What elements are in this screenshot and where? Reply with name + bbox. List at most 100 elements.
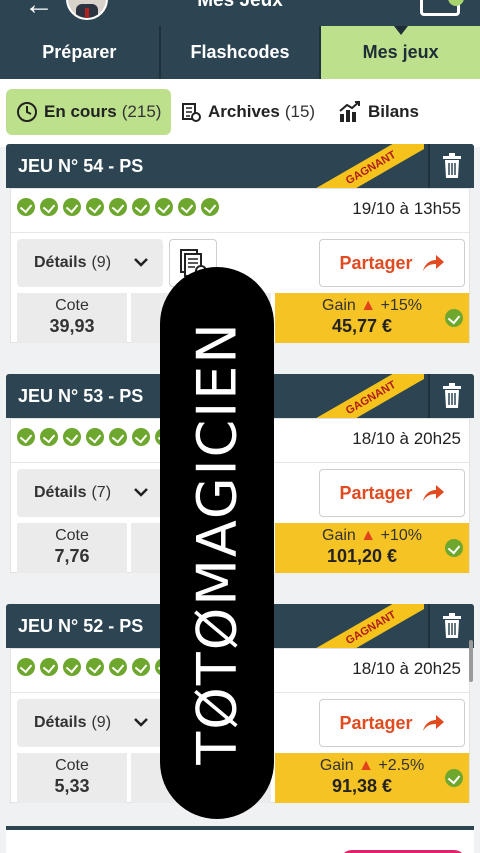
gain-box: Gain ▲ +2.5% 91,38 €	[275, 753, 469, 803]
details-count: (7)	[91, 484, 112, 501]
subtab-en-cours[interactable]: En cours (215)	[6, 89, 172, 135]
sub-tabs: En cours (215) Archives (15) Bilans	[0, 79, 480, 147]
gain-percent: +15%	[380, 297, 422, 314]
share-button[interactable]: Partager	[319, 239, 465, 287]
app-bar: ← Mes Jeux	[0, 0, 480, 26]
check-dot-icon	[17, 658, 35, 676]
winner-ribbon: GAGNANT	[296, 374, 424, 418]
check-dots	[17, 428, 178, 446]
check-dots	[17, 658, 178, 676]
archive-icon	[180, 101, 202, 123]
odds-label: Cote	[55, 757, 89, 774]
check-dot-icon	[109, 428, 127, 446]
check-dot-icon	[17, 428, 35, 446]
check-dot-icon	[178, 198, 196, 216]
check-circle-icon	[445, 309, 463, 327]
chart-icon	[338, 101, 362, 123]
delete-button[interactable]	[428, 374, 474, 418]
subtab-bilans-label: Bilans	[368, 102, 420, 121]
gain-line: Gain ▲ +2.5%	[275, 757, 469, 775]
gain-box: Gain ▲ +10% 101,20 €	[275, 523, 469, 573]
check-dot-icon	[40, 198, 58, 216]
share-arrow-icon	[421, 483, 445, 503]
check-dot-icon	[63, 428, 81, 446]
check-dot-icon	[109, 198, 127, 216]
check-dot-icon	[86, 198, 104, 216]
share-arrow-icon	[421, 253, 445, 273]
check-dot-icon	[109, 658, 127, 676]
check-dot-icon	[17, 198, 35, 216]
gain-line: Gain ▲ +15%	[275, 297, 469, 315]
check-dot-icon	[132, 428, 150, 446]
details-count: (9)	[91, 254, 112, 271]
tab-preparer[interactable]: Préparer	[0, 26, 161, 79]
details-button[interactable]: Détails (9)	[17, 239, 163, 287]
share-button[interactable]: Partager	[319, 699, 465, 747]
flame-icon: ▲	[358, 757, 374, 774]
gain-label: Gain	[319, 757, 354, 774]
check-dot-icon	[132, 658, 150, 676]
game-datetime: 18/10 à 20h25	[352, 429, 461, 448]
odds-value: 5,33	[54, 776, 90, 796]
trash-icon	[443, 613, 461, 638]
check-dot-icon	[63, 198, 81, 216]
winner-ribbon: GAGNANT	[296, 604, 424, 648]
share-label: Partager	[339, 712, 413, 733]
winner-badge: GAGNANT	[309, 144, 424, 188]
chevron-down-icon	[134, 258, 148, 267]
chevron-down-icon	[134, 488, 148, 497]
tab-flashcodes[interactable]: Flashcodes	[160, 26, 322, 79]
divider	[11, 232, 469, 233]
gain-box: Gain ▲ +15% 45,77 €	[275, 293, 469, 343]
winner-badge: GAGNANT	[309, 604, 424, 648]
check-dot-icon	[63, 658, 81, 676]
trash-icon	[443, 153, 461, 178]
main-tabs: Préparer Flashcodes Mes jeux	[0, 26, 480, 79]
winner-badge: GAGNANT	[309, 374, 424, 418]
check-circle-icon	[445, 769, 463, 787]
scrollbar[interactable]	[469, 640, 473, 682]
subtab-en-cours-label: En cours	[44, 102, 117, 121]
gain-value: 101,20 €	[326, 546, 398, 566]
odds-box: Cote 39,93	[17, 293, 127, 343]
subtab-archives[interactable]: Archives (15)	[180, 89, 315, 135]
gain-value: 45,77 €	[331, 316, 393, 336]
subtab-archives-label: Archives	[208, 102, 280, 121]
game-title: JEU N° 53 - PS	[18, 386, 144, 406]
share-arrow-icon	[421, 713, 445, 733]
gain-percent: +2.5%	[378, 757, 425, 774]
delete-button[interactable]	[428, 604, 474, 648]
check-dot-icon	[86, 658, 104, 676]
trash-icon	[443, 383, 461, 408]
tab-mes-jeux[interactable]: Mes jeux	[321, 26, 480, 79]
check-dot-icon	[201, 198, 219, 216]
next-game-card	[6, 826, 474, 853]
share-button[interactable]: Partager	[319, 469, 465, 517]
chevron-down-icon	[134, 718, 148, 727]
gain-percent: +10%	[380, 527, 422, 544]
game-title: JEU N° 54 - PS	[18, 156, 144, 176]
flame-icon: ▲	[360, 527, 377, 544]
card-header: JEU N° 54 - PS GAGNANT	[6, 144, 474, 188]
delete-button[interactable]	[428, 144, 474, 188]
odds-label: Cote	[55, 527, 89, 544]
gain-value: 91,38 €	[331, 776, 393, 796]
flame-icon: ▲	[360, 297, 377, 314]
odds-value: 39,93	[49, 316, 95, 336]
share-label: Partager	[339, 482, 413, 503]
game-title: JEU N° 52 - PS	[18, 616, 144, 636]
watermark-text: TØTØMAGICIEN	[185, 321, 249, 765]
odds-value: 7,76	[54, 546, 90, 566]
game-datetime: 19/10 à 13h55	[352, 199, 461, 218]
details-label: Détails	[34, 254, 87, 271]
odds-box: Cote 5,33	[17, 753, 127, 803]
check-dot-icon	[132, 198, 150, 216]
share-label: Partager	[339, 252, 413, 273]
details-button[interactable]: Détails (9)	[17, 699, 163, 747]
winner-ribbon: GAGNANT	[296, 144, 424, 188]
details-label: Détails	[34, 484, 87, 501]
check-dot-icon	[155, 198, 173, 216]
subtab-bilans[interactable]: Bilans	[338, 89, 419, 135]
details-button[interactable]: Détails (7)	[17, 469, 163, 517]
page-title: Mes Jeux	[197, 0, 283, 11]
